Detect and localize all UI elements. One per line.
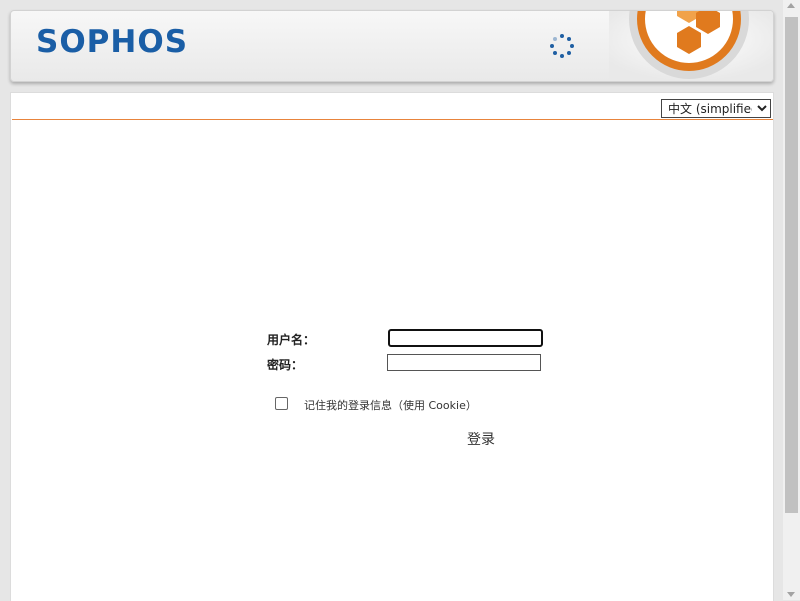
login-button[interactable]: 登录 [467,429,495,449]
vertical-scrollbar[interactable] [783,0,800,600]
header-banner: SOPHOS [10,10,774,82]
scroll-down-arrow-icon[interactable] [787,592,795,597]
login-panel: 中文 (simplified) 用户名： 密码： 记住我的登录信息（使用 Coo… [10,92,774,601]
scroll-up-arrow-icon[interactable] [787,3,795,8]
remember-me-checkbox[interactable] [275,397,288,410]
loading-spinner-icon [550,34,574,58]
remember-me-label: 记住我的登录信息（使用 Cookie） [304,399,477,412]
password-input[interactable] [387,354,541,371]
scrollbar-thumb[interactable] [785,17,798,513]
password-label: 密码： [267,358,304,372]
language-select[interactable]: 中文 (simplified) [661,99,771,118]
username-input[interactable] [388,329,543,347]
username-label: 用户名： [267,333,316,347]
sophos-shield-hexagon-icon [609,11,773,81]
orange-divider [12,119,773,120]
sophos-logo: SOPHOS [36,24,189,60]
